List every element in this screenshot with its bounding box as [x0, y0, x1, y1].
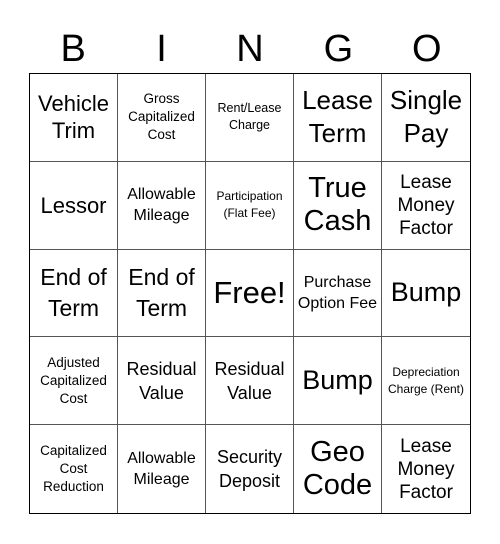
bingo-cell[interactable]: Purchase Option Fee — [294, 249, 382, 338]
cell-text: Rent/Lease Charge — [217, 101, 282, 133]
cell-text: Single Pay — [389, 85, 463, 149]
bingo-cell[interactable]: Participation (Flat Fee) — [206, 161, 294, 250]
cell-text: Allowable Mileage — [127, 450, 196, 489]
bingo-cell[interactable]: Adjusted Capitalized Cost — [30, 337, 118, 426]
bingo-cell[interactable]: Residual Value — [118, 337, 206, 426]
bingo-cell[interactable]: Rent/Lease Charge — [206, 74, 294, 162]
bingo-cell[interactable]: Residual Value — [206, 337, 294, 426]
free-space-text: Free! — [213, 274, 286, 310]
header-letter-i: I — [156, 28, 167, 70]
bingo-cell[interactable]: End of Term — [118, 249, 206, 338]
cell-text: Participation (Flat Fee) — [216, 189, 283, 221]
bingo-cell[interactable]: End of Term — [30, 249, 118, 338]
bingo-cell[interactable]: Bump — [382, 250, 470, 338]
cell-text: Lease Money Factor — [397, 171, 455, 239]
cell-text: Residual Value — [126, 358, 197, 403]
bingo-cell[interactable]: Bump — [294, 337, 382, 426]
cell-text: True Cash — [303, 172, 372, 238]
header-letter-g: G — [323, 28, 354, 70]
bingo-cell[interactable]: Depreciation Charge (Rent) — [382, 337, 470, 426]
bingo-cell[interactable]: Single Pay — [382, 74, 470, 162]
header-letter-b: B — [60, 28, 86, 70]
bingo-cell[interactable]: Capitalized Cost Reduction — [30, 425, 118, 513]
cell-text: Depreciation Charge (Rent) — [387, 364, 465, 396]
cell-text: Residual Value — [214, 358, 285, 403]
cell-text: Lessor — [40, 192, 107, 218]
cell-text: Capitalized Cost Reduction — [40, 443, 107, 495]
cell-text: Purchase Option Fee — [297, 273, 378, 312]
bingo-cell[interactable]: Lease Money Factor — [382, 425, 470, 513]
cell-text: Lease Money Factor — [397, 435, 455, 503]
bingo-cell[interactable]: Gross Capitalized Cost — [118, 74, 206, 162]
bingo-cell[interactable]: Vehicle Trim — [30, 74, 118, 162]
bingo-cell[interactable]: Lessor — [30, 161, 118, 250]
cell-text: Adjusted Capitalized Cost — [40, 354, 107, 406]
cell-text: Bump — [390, 277, 462, 308]
bingo-cell[interactable]: Allowable Mileage — [118, 161, 206, 250]
cell-text: Bump — [302, 365, 373, 396]
cell-text: Vehicle Trim — [38, 91, 109, 144]
cell-text: Gross Capitalized Cost — [128, 91, 195, 143]
bingo-cell[interactable]: Geo Code — [294, 425, 382, 513]
bingo-header: B I N G O — [29, 24, 471, 74]
bingo-cell[interactable]: Lease Term — [294, 74, 382, 162]
bingo-grid: Vehicle Trim Gross Capitalized Cost Rent… — [29, 73, 471, 514]
bingo-cell bingo-free-space[interactable]: Free! — [206, 249, 294, 338]
bingo-cell[interactable]: True Cash — [294, 161, 382, 250]
header-letter-o: O — [411, 28, 442, 70]
cell-text: End of Term — [128, 263, 195, 321]
cell-text: Geo Code — [302, 436, 373, 502]
cell-text: Allowable Mileage — [127, 186, 196, 225]
cell-text: Security Deposit — [216, 447, 283, 492]
bingo-cell[interactable]: Security Deposit — [206, 425, 294, 513]
cell-text: Lease Term — [302, 85, 373, 149]
header-letter-n: N — [236, 28, 264, 70]
bingo-cell[interactable]: Lease Money Factor — [382, 162, 470, 250]
cell-text: End of Term — [40, 263, 107, 321]
bingo-cell[interactable]: Allowable Mileage — [118, 425, 206, 513]
